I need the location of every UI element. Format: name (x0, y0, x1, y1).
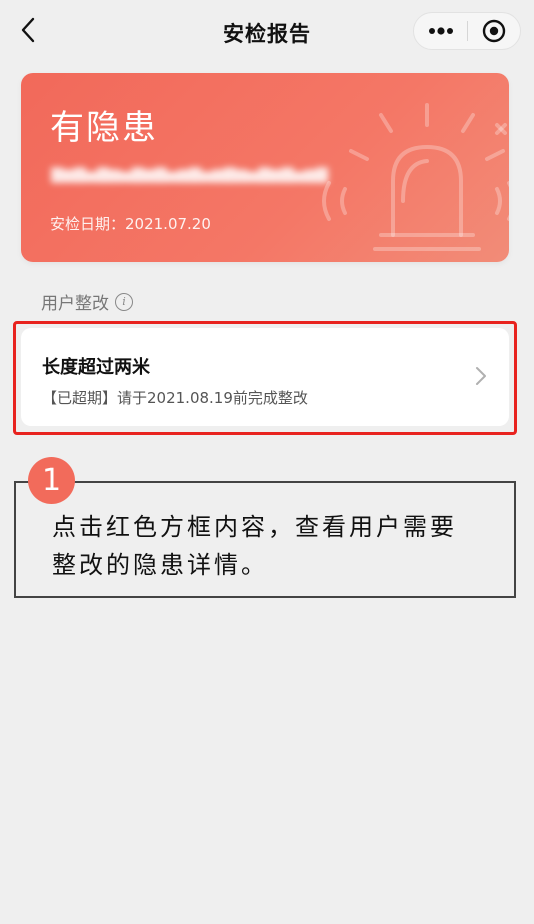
rectification-item[interactable]: 长度超过两米 【已超期】请于2021.08.19前完成整改 (21, 328, 509, 426)
section-label: 用户整改 i (41, 289, 133, 314)
hazard-status-title: 有隐患 (50, 108, 158, 148)
instruction-tip-box: 点击红色方框内容，查看用户需要整改的隐患详情。 (14, 481, 516, 598)
close-mini-program-button[interactable] (468, 13, 520, 49)
hazard-summary-card: 有隐患 ▇▆▇▅▇▆▅▇▆▇▅▆▇▅▆▇▆▅▇▆▇▅▆▇ 安检日期：2021.0… (21, 73, 509, 262)
navigation-bar: 安检报告 (0, 0, 534, 62)
more-button[interactable] (414, 13, 467, 49)
chevron-right-icon (476, 367, 486, 385)
target-close-icon (482, 19, 506, 43)
info-icon[interactable]: i (115, 292, 133, 311)
section-label-text: 用户整改 (41, 294, 109, 314)
inspection-date: 安检日期：2021.07.20 (50, 215, 211, 233)
instruction-tip-text: 点击红色方框内容，查看用户需要整改的隐患详情。 (52, 513, 457, 579)
more-dots-icon (428, 27, 453, 35)
alarm-light-icon (322, 103, 509, 251)
step-number-badge: 1 (28, 457, 75, 504)
mini-program-capsule (413, 12, 521, 50)
rectification-item-status: 【已超期】请于2021.08.19前完成整改 (42, 389, 308, 407)
rectification-item-title: 长度超过两米 (42, 357, 150, 378)
